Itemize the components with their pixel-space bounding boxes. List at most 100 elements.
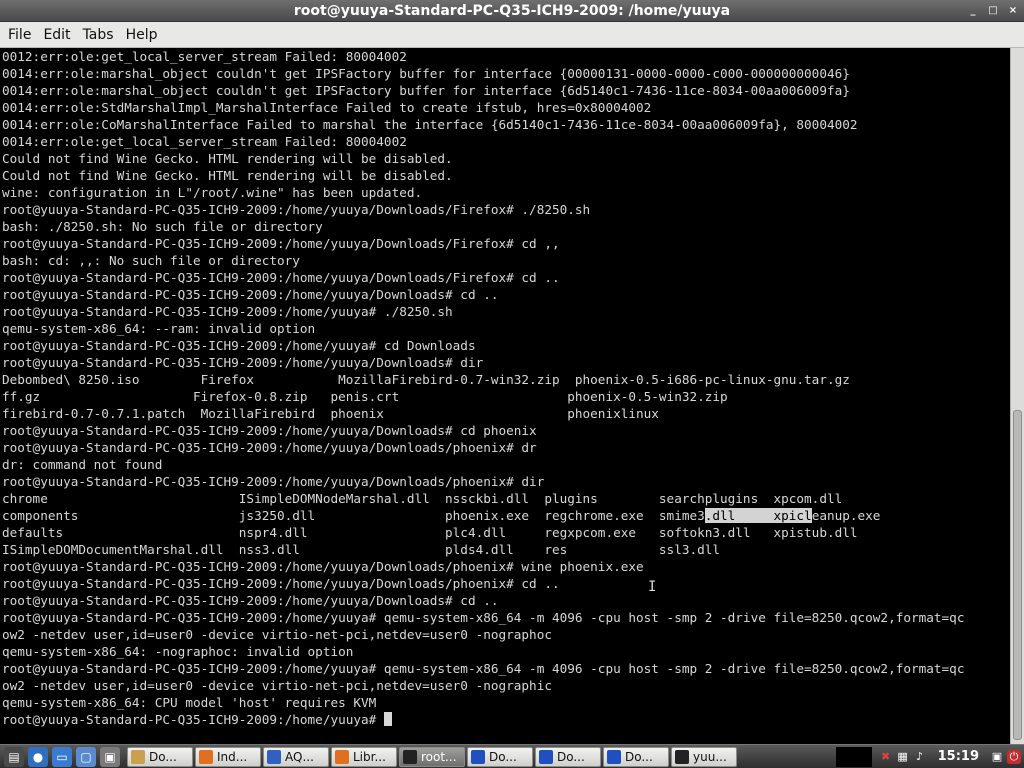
- terminal-line: qemu-system-x86_64: --ram: invalid optio…: [2, 321, 316, 336]
- terminal-line: Could not find Wine Gecko. HTML renderin…: [2, 168, 453, 183]
- taskbar-button-label: Ind...: [217, 749, 248, 764]
- taskbar-button[interactable]: Ind...: [195, 746, 261, 767]
- document-icon: [539, 749, 553, 764]
- terminal-line: 0014:err:ole:StdMarshalImpl_MarshalInter…: [2, 100, 652, 115]
- close-tray-icon[interactable]: ✖: [879, 750, 893, 764]
- taskbar-button[interactable]: Libr...: [331, 746, 397, 767]
- menu-file[interactable]: File: [2, 22, 37, 48]
- terminal-line: qemu-system-x86_64: CPU model 'host' req…: [2, 695, 377, 710]
- terminal-line: root@yuuya-Standard-PC-Q35-ICH9-2009:/ho…: [2, 593, 499, 608]
- terminal-line: root@yuuya-Standard-PC-Q35-ICH9-2009:/ho…: [2, 355, 484, 370]
- terminal-line: root@yuuya-Standard-PC-Q35-ICH9-2009:/ho…: [2, 474, 545, 489]
- document-icon: [607, 749, 621, 764]
- terminal-line: 0014:err:ole:marshal_object couldn't get…: [2, 66, 850, 81]
- taskbar-button[interactable]: AQ...: [263, 746, 329, 767]
- terminal-line: root@yuuya-Standard-PC-Q35-ICH9-2009:/ho…: [2, 287, 499, 302]
- terminal-line: root@yuuya-Standard-PC-Q35-ICH9-2009:/ho…: [2, 440, 537, 455]
- terminal-line: root@yuuya-Standard-PC-Q35-ICH9-2009:/ho…: [2, 610, 965, 625]
- terminal-output[interactable]: 0012:err:ole:get_local_server_stream Fai…: [0, 48, 1010, 744]
- taskbar-button[interactable]: root...: [399, 746, 465, 767]
- menu-bar: File Edit Tabs Help: [0, 22, 1024, 48]
- maximize-button[interactable]: □: [986, 4, 1000, 18]
- terminal-line: root@yuuya-Standard-PC-Q35-ICH9-2009:/ho…: [2, 270, 560, 285]
- terminal-line: ff.gz Firefox-0.8.zip penis.crt phoenix-…: [2, 389, 728, 404]
- close-button[interactable]: ×: [1006, 4, 1020, 18]
- terminal-line: root@yuuya-Standard-PC-Q35-ICH9-2009:/ho…: [2, 559, 644, 574]
- window-title: root@yuuya-Standard-PC-Q35-ICH9-2009: /h…: [293, 3, 731, 19]
- window-icon[interactable]: ▢: [76, 746, 96, 767]
- terminal-line: root@yuuya-Standard-PC-Q35-ICH9-2009:/ho…: [2, 202, 591, 217]
- terminal-line: root@yuuya-Standard-PC-Q35-ICH9-2009:/ho…: [2, 236, 560, 251]
- terminal-line: ISimpleDOMDocumentMarshal.dll nss3.dll p…: [2, 542, 721, 557]
- firefox-icon: [199, 749, 213, 764]
- folder-icon: [131, 749, 145, 764]
- terminal-line: ow2 -netdev user,id=user0 -device virtio…: [2, 678, 552, 693]
- terminal-line: chrome ISimpleDOMNodeMarshal.dll nssckbi…: [2, 491, 843, 506]
- browser-icon: [267, 749, 281, 764]
- terminal-line: 0014:err:ole:CoMarshalInterface Failed t…: [2, 117, 858, 132]
- system-tray: ✖ ▦ ♪ 15:19 ▣ ⏻: [835, 746, 1024, 767]
- menu-edit[interactable]: Edit: [37, 22, 76, 48]
- terminal-line: qemu-system-x86_64: -nographoc: invalid …: [2, 644, 354, 659]
- menu-tabs[interactable]: Tabs: [77, 22, 120, 48]
- terminal-line: Debombed\ 8250.iso Firefox MozillaFirebi…: [2, 372, 850, 387]
- files-icon[interactable]: ▭: [52, 746, 72, 767]
- terminal-line: firebird-0.7-0.7.1.patch MozillaFirebird…: [2, 406, 659, 421]
- taskbar-button-label: Do...: [625, 749, 653, 764]
- taskbar-button[interactable]: Do...: [127, 746, 193, 767]
- menu-icon[interactable]: ▤: [4, 746, 24, 767]
- terminal-line: components js3250.dll phoenix.exe regchr…: [2, 508, 881, 523]
- monitor-icon[interactable]: ▣: [990, 750, 1004, 764]
- task-list: Do... Ind... AQ... Libr... root... Do... Do...…: [126, 746, 738, 767]
- taskbar-button[interactable]: Do...: [535, 746, 601, 767]
- terminal-icon: [675, 749, 689, 764]
- terminal-line: dr: command not found: [2, 457, 163, 472]
- minimize-button[interactable]: _: [966, 4, 980, 18]
- tray-spacer: [835, 746, 872, 767]
- volume-icon[interactable]: ♪: [913, 750, 927, 764]
- taskbar: ▤ ● ▭ ▢ ▣ Do... Ind... AQ... Libr... root... Do..…: [0, 744, 1024, 768]
- text-selection: .dll xpicl: [704, 508, 812, 523]
- taskbar-button[interactable]: yuu...: [671, 746, 737, 767]
- terminal-line: root@yuuya-Standard-PC-Q35-ICH9-2009:/ho…: [2, 661, 965, 676]
- taskbar-button-label: root...: [421, 749, 457, 764]
- terminal-line: 0014:err:ole:get_local_server_stream Fai…: [2, 134, 407, 149]
- terminal-line: root@yuuya-Standard-PC-Q35-ICH9-2009:/ho…: [0, 711, 1010, 728]
- terminal-line: bash: cd: ,,: No such file or directory: [2, 253, 300, 268]
- taskbar-button[interactable]: Do...: [603, 746, 669, 767]
- network-icon[interactable]: ●: [28, 746, 48, 767]
- menu-help[interactable]: Help: [120, 22, 164, 48]
- terminal-line: root@yuuya-Standard-PC-Q35-ICH9-2009:/ho…: [2, 338, 476, 353]
- terminal-line: wine: configuration in L"/root/.wine" ha…: [2, 185, 423, 200]
- terminal-launcher-icon[interactable]: ▣: [100, 746, 120, 767]
- terminal-line: 0014:err:ole:marshal_object couldn't get…: [2, 83, 850, 98]
- terminal-line: root@yuuya-Standard-PC-Q35-ICH9-2009:/ho…: [2, 576, 560, 591]
- network-tray-icon[interactable]: ▦: [896, 750, 910, 764]
- window-titlebar[interactable]: root@yuuya-Standard-PC-Q35-ICH9-2009: /h…: [0, 0, 1024, 22]
- terminal-line: 0012:err:ole:get_local_server_stream Fai…: [2, 49, 407, 64]
- terminal-line: ow2 -netdev user,id=user0 -device virtio…: [2, 627, 552, 642]
- terminal-line: defaults nspr4.dll plc4.dll regxpcom.exe…: [2, 525, 858, 540]
- terminal-line: Could not find Wine Gecko. HTML renderin…: [2, 151, 453, 166]
- taskbar-button-label: Do...: [557, 749, 585, 764]
- document-icon: [471, 749, 485, 764]
- power-icon[interactable]: ⏻: [1007, 749, 1021, 764]
- terminal-scrollbar[interactable]: [1010, 48, 1024, 744]
- window-controls: _ □ ×: [966, 0, 1020, 22]
- clock[interactable]: 15:19: [930, 749, 987, 764]
- launcher-area: ▤ ● ▭ ▢ ▣: [0, 746, 122, 767]
- taskbar-button-label: AQ...: [285, 749, 314, 764]
- terminal-line: bash: ./8250.sh: No such file or directo…: [2, 219, 323, 234]
- taskbar-button-label: Do...: [149, 749, 177, 764]
- terminal-line: root@yuuya-Standard-PC-Q35-ICH9-2009:/ho…: [2, 304, 453, 319]
- taskbar-button-label: Libr...: [353, 749, 386, 764]
- taskbar-button-label: yuu...: [693, 749, 727, 764]
- mouse-ibeam-cursor: I: [648, 579, 657, 595]
- firefox-icon: [335, 749, 349, 764]
- taskbar-button-label: Do...: [489, 749, 517, 764]
- terminal-line: root@yuuya-Standard-PC-Q35-ICH9-2009:/ho…: [2, 423, 537, 438]
- taskbar-button[interactable]: Do...: [467, 746, 533, 767]
- scrollbar-thumb[interactable]: [1013, 410, 1022, 740]
- terminal-icon: [403, 749, 417, 764]
- text-cursor: [383, 712, 392, 726]
